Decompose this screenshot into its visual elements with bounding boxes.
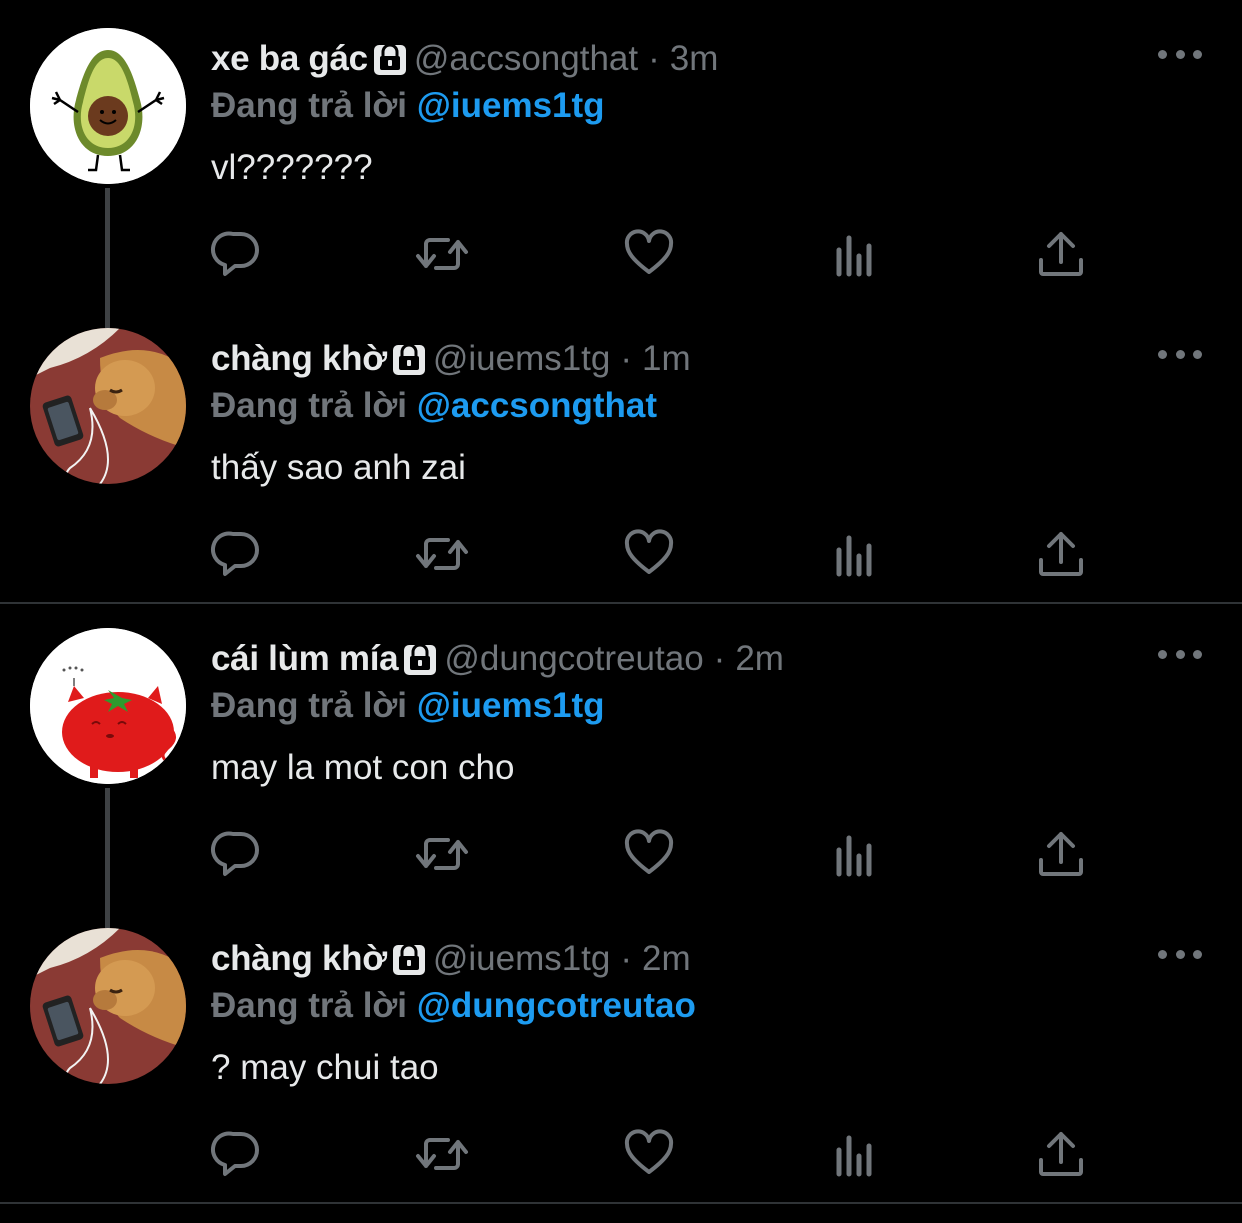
views-icon[interactable] bbox=[827, 526, 883, 582]
reply-icon[interactable] bbox=[209, 526, 265, 582]
replying-to: Đang trả lời @iuems1tg bbox=[211, 86, 605, 126]
share-icon[interactable] bbox=[1033, 526, 1089, 582]
timestamp[interactable]: 2m bbox=[642, 939, 691, 979]
replying-label: Đang trả lời bbox=[211, 86, 408, 125]
tweet-text: thấy sao anh zai bbox=[211, 448, 466, 487]
display-name[interactable]: chàng khờ bbox=[211, 339, 387, 379]
replying-label: Đang trả lời bbox=[211, 986, 408, 1025]
mention-link[interactable]: @accsongthat bbox=[417, 386, 657, 425]
replying-label: Đang trả lời bbox=[211, 686, 408, 725]
retweet-icon[interactable] bbox=[414, 226, 470, 282]
tweet[interactable]: cái lùm mía @dungcotreutao · 2m Đang trả… bbox=[0, 600, 1242, 928]
tweet-text: may la mot con cho bbox=[211, 748, 515, 787]
lock-icon bbox=[391, 941, 427, 977]
user-handle[interactable]: @iuems1tg bbox=[433, 339, 611, 379]
replying-to: Đang trả lời @dungcotreutao bbox=[211, 986, 696, 1026]
user-handle[interactable]: @iuems1tg bbox=[433, 939, 611, 979]
dog-avatar[interactable] bbox=[30, 328, 186, 484]
share-icon[interactable] bbox=[1033, 226, 1089, 282]
retweet-icon[interactable] bbox=[414, 526, 470, 582]
reply-icon[interactable] bbox=[209, 226, 265, 282]
tweet-actions bbox=[0, 226, 1242, 286]
separator: · bbox=[620, 939, 633, 978]
display-name[interactable]: xe ba gác bbox=[211, 39, 368, 79]
replying-label: Đang trả lời bbox=[211, 386, 408, 425]
retweet-icon[interactable] bbox=[414, 1126, 470, 1182]
display-name[interactable]: chàng khờ bbox=[211, 939, 387, 979]
separator: · bbox=[648, 39, 660, 78]
avocado-avatar[interactable] bbox=[30, 28, 186, 184]
lock-icon bbox=[402, 641, 438, 677]
like-icon[interactable] bbox=[621, 226, 677, 282]
thread-divider bbox=[0, 1202, 1242, 1204]
timestamp[interactable]: 3m bbox=[670, 39, 719, 79]
user-handle[interactable]: @accsongthat bbox=[414, 39, 638, 79]
tweet-actions bbox=[0, 826, 1242, 886]
tweet-header: chàng khờ @iuems1tg · 2m bbox=[211, 936, 691, 982]
display-name[interactable]: cái lùm mía bbox=[211, 639, 399, 679]
tomato-pig-avatar[interactable] bbox=[30, 628, 186, 784]
tweet-actions bbox=[0, 526, 1242, 586]
tweet-header: chàng khờ @iuems1tg · 1m bbox=[211, 336, 691, 382]
more-icon[interactable] bbox=[1158, 644, 1202, 664]
tweet-actions bbox=[0, 1126, 1242, 1186]
mention-link[interactable]: @iuems1tg bbox=[417, 86, 605, 125]
tweet-header: xe ba gác @accsongthat · 3m bbox=[211, 36, 718, 82]
separator: · bbox=[620, 339, 633, 378]
user-handle[interactable]: @dungcotreutao bbox=[444, 639, 703, 679]
replying-to: Đang trả lời @accsongthat bbox=[211, 386, 657, 426]
tweet[interactable]: chàng khờ @iuems1tg · 2m Đang trả lời @d… bbox=[0, 900, 1242, 1200]
more-icon[interactable] bbox=[1158, 44, 1202, 64]
retweet-icon[interactable] bbox=[414, 826, 470, 882]
more-icon[interactable] bbox=[1158, 344, 1202, 364]
lock-icon bbox=[372, 41, 408, 77]
tweet-header: cái lùm mía @dungcotreutao · 2m bbox=[211, 636, 784, 682]
share-icon[interactable] bbox=[1033, 1126, 1089, 1182]
mention-link[interactable]: @dungcotreutao bbox=[417, 986, 696, 1025]
tweet[interactable]: xe ba gác @accsongthat · 3m Đang trả lời… bbox=[0, 0, 1242, 328]
like-icon[interactable] bbox=[621, 526, 677, 582]
reply-icon[interactable] bbox=[209, 826, 265, 882]
like-icon[interactable] bbox=[621, 826, 677, 882]
separator: · bbox=[713, 639, 726, 678]
replying-to: Đang trả lời @iuems1tg bbox=[211, 686, 605, 726]
timestamp[interactable]: 1m bbox=[642, 339, 691, 379]
tweet[interactable]: chàng khờ @iuems1tg · 1m Đang trả lời @a… bbox=[0, 300, 1242, 600]
reply-icon[interactable] bbox=[209, 1126, 265, 1182]
views-icon[interactable] bbox=[827, 1126, 883, 1182]
more-icon[interactable] bbox=[1158, 944, 1202, 964]
views-icon[interactable] bbox=[827, 226, 883, 282]
like-icon[interactable] bbox=[621, 1126, 677, 1182]
dog-avatar[interactable] bbox=[30, 928, 186, 1084]
timestamp[interactable]: 2m bbox=[735, 639, 784, 679]
share-icon[interactable] bbox=[1033, 826, 1089, 882]
tweet-text: ? may chui tao bbox=[211, 1048, 439, 1087]
views-icon[interactable] bbox=[827, 826, 883, 882]
mention-link[interactable]: @iuems1tg bbox=[417, 686, 605, 725]
tweet-text: vl??????? bbox=[211, 148, 373, 187]
lock-icon bbox=[391, 341, 427, 377]
